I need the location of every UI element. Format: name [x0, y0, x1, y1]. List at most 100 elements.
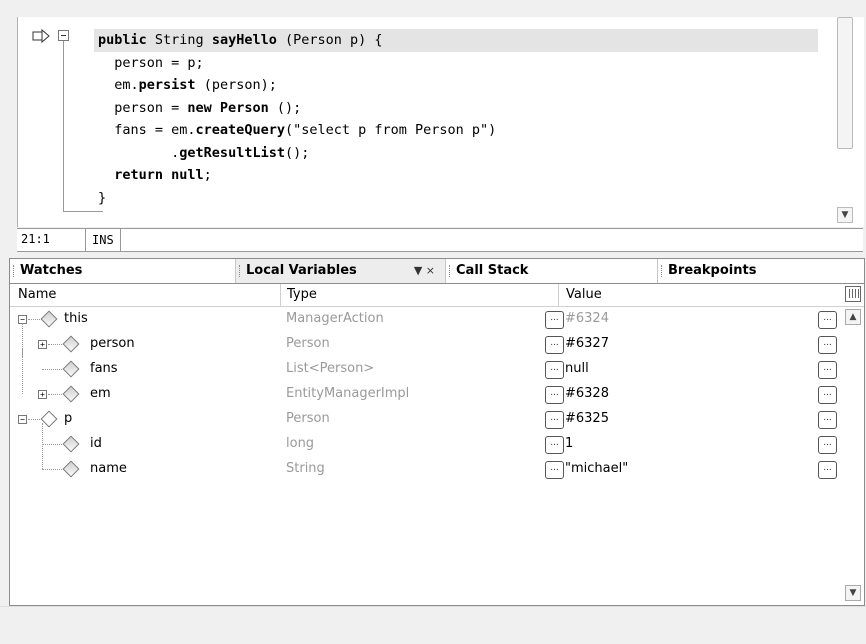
- code-method-name: createQuery: [195, 122, 285, 138]
- more-button[interactable]: ...: [818, 361, 837, 379]
- field-icon: [62, 335, 80, 353]
- more-button[interactable]: ...: [818, 436, 837, 454]
- code-token: }: [98, 189, 107, 206]
- field-icon: [62, 385, 80, 403]
- variable-type: EntityManagerImpl: [286, 386, 410, 401]
- variable-name: id: [90, 436, 102, 451]
- code-token: ();: [268, 99, 302, 116]
- code-line: public String sayHello (Person p) {: [94, 29, 818, 52]
- code-token: ();: [284, 144, 310, 161]
- more-button[interactable]: ...: [818, 411, 837, 429]
- code-token: ("select p from Person p"): [284, 122, 497, 138]
- more-button[interactable]: ...: [818, 461, 837, 479]
- code-line: .getResultList();: [98, 142, 818, 165]
- expand-icon[interactable]: +: [38, 340, 47, 349]
- scroll-up-icon[interactable]: ▲: [845, 309, 861, 325]
- code-line: fans = em.createQuery("select p from Per…: [98, 119, 818, 142]
- more-button[interactable]: ...: [818, 311, 837, 329]
- editor-scrollbar[interactable]: ▼: [820, 17, 864, 227]
- code-token: person =: [114, 99, 188, 116]
- more-button[interactable]: ...: [818, 386, 837, 404]
- code-token: em.: [114, 77, 139, 93]
- variable-name: fans: [90, 361, 118, 376]
- edit-value-button[interactable]: ...: [545, 361, 564, 379]
- tab-label: Watches: [20, 263, 83, 278]
- code-token: person = p;: [114, 54, 204, 71]
- column-header-type[interactable]: Type: [287, 287, 317, 302]
- code-editor[interactable]: public String sayHello (Person p) { pers…: [17, 17, 864, 227]
- variable-value: #6327: [565, 336, 609, 351]
- insert-mode-indicator[interactable]: INS: [85, 229, 121, 251]
- column-header-name[interactable]: Name: [18, 287, 56, 302]
- code-token: (Person p) {: [276, 32, 383, 48]
- editor-scroll-thumb[interactable]: [837, 17, 853, 149]
- variable-name: name: [90, 461, 127, 476]
- code-keyword: public: [98, 32, 147, 48]
- code-token: (person);: [195, 77, 277, 93]
- tab-label: Breakpoints: [668, 263, 757, 278]
- expand-icon[interactable]: +: [38, 390, 47, 399]
- tab-watches[interactable]: Watches: [10, 259, 236, 283]
- editor-status-bar: 21:1 INS: [17, 228, 863, 252]
- collapse-icon[interactable]: −: [18, 415, 27, 424]
- code-token: String: [146, 32, 212, 48]
- field-icon: [62, 435, 80, 453]
- variable-type: long: [286, 436, 315, 451]
- column-header-value[interactable]: Value: [566, 287, 602, 302]
- parameter-icon: [40, 410, 58, 428]
- variable-name: em: [90, 386, 111, 401]
- tab-local-variables[interactable]: Local Variables ▼ ×: [236, 259, 446, 283]
- edit-value-button[interactable]: ...: [545, 311, 564, 329]
- table-row[interactable]: + person Person ... #6327 ...: [10, 323, 842, 357]
- edit-value-button[interactable]: ...: [545, 411, 564, 429]
- code-method-name: persist: [138, 77, 196, 93]
- fold-guide-end: [63, 211, 103, 212]
- edit-value-button[interactable]: ...: [545, 386, 564, 404]
- tab-call-stack[interactable]: Call Stack: [446, 259, 658, 283]
- edit-value-button[interactable]: ...: [545, 436, 564, 454]
- field-icon: [62, 460, 80, 478]
- field-icon: [62, 360, 80, 378]
- variable-value: null: [565, 361, 589, 376]
- fold-guide: [63, 41, 64, 211]
- more-button[interactable]: ...: [818, 336, 837, 354]
- code-line: person = new Person ();: [98, 97, 818, 120]
- caret-position: 21:1: [21, 232, 50, 246]
- debugger-tabs: Watches Local Variables ▼ × Call Stack B…: [10, 259, 864, 284]
- variables-scrollbar[interactable]: ▲ ▼: [844, 307, 862, 603]
- table-row[interactable]: id long ... 1 ...: [10, 423, 842, 457]
- scroll-down-icon[interactable]: ▼: [837, 207, 853, 223]
- code-text[interactable]: public String sayHello (Person p) { pers…: [94, 29, 818, 209]
- scroll-down-icon[interactable]: ▼: [845, 585, 861, 601]
- variable-value: #6325: [565, 411, 609, 426]
- fold-icon[interactable]: [58, 30, 69, 41]
- code-method-name: sayHello: [211, 32, 277, 48]
- variable-type: List<Person>: [286, 361, 375, 376]
- variable-value: #6324: [565, 311, 609, 326]
- table-row[interactable]: − p Person ... #6325 ...: [10, 407, 842, 432]
- code-line: em.persist (person);: [98, 74, 818, 97]
- code-token: .: [114, 144, 180, 161]
- variable-type: Person: [286, 336, 330, 351]
- code-line: return null;: [98, 164, 818, 187]
- code-token: fans = em.: [114, 122, 196, 138]
- variable-type: Person: [286, 411, 330, 426]
- edit-value-button[interactable]: ...: [545, 461, 564, 479]
- variable-value: 1: [565, 436, 574, 451]
- tab-label: Call Stack: [456, 263, 529, 278]
- table-row[interactable]: − this ManagerAction ... #6324 ...: [10, 307, 842, 332]
- edit-value-button[interactable]: ...: [545, 336, 564, 354]
- table-row[interactable]: name String ... "michael" ...: [10, 448, 842, 482]
- customize-columns-icon[interactable]: [845, 286, 861, 302]
- variable-name: this: [64, 311, 88, 326]
- tab-breakpoints[interactable]: Breakpoints: [658, 259, 864, 283]
- code-keyword: return null: [114, 167, 204, 183]
- table-row[interactable]: fans List<Person> ... null ...: [10, 348, 842, 382]
- variable-value: "michael": [565, 461, 629, 476]
- table-row[interactable]: + em EntityManagerImpl ... #6328 ...: [10, 373, 842, 407]
- variable-value: #6328: [565, 386, 609, 401]
- code-keyword: new Person: [187, 99, 269, 116]
- debugger-panel: Watches Local Variables ▼ × Call Stack B…: [9, 258, 865, 606]
- tab-controls[interactable]: ▼ ×: [414, 259, 435, 283]
- variable-type: ManagerAction: [286, 311, 384, 326]
